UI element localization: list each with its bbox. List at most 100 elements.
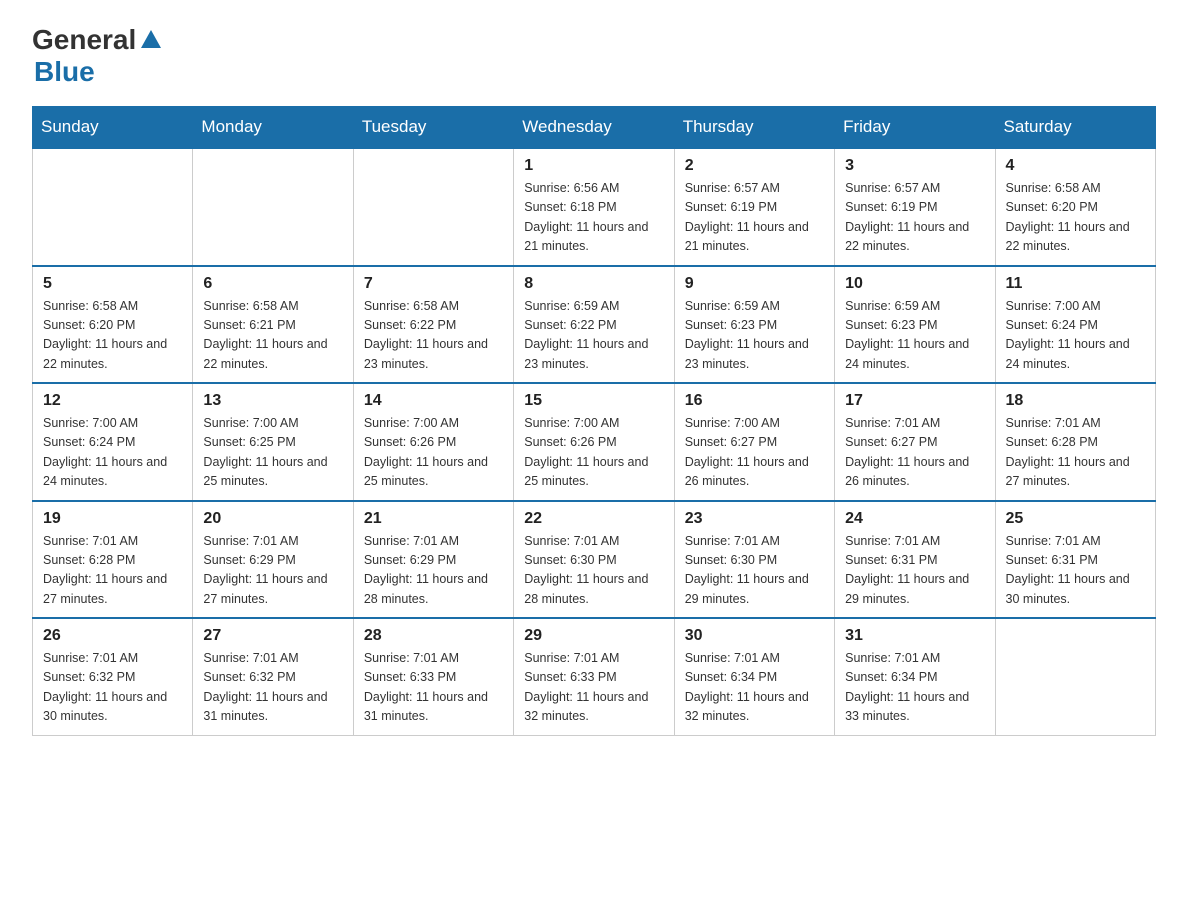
week-row-4: 26 Sunrise: 7:01 AM Sunset: 6:32 PM Dayli… [33, 618, 1156, 735]
day-number: 23 [685, 510, 824, 528]
day-cell: 17 Sunrise: 7:01 AM Sunset: 6:27 PM Dayli… [835, 383, 995, 501]
day-info: Sunrise: 6:58 AM Sunset: 6:21 PM Dayligh… [203, 297, 342, 375]
header-cell-tuesday: Tuesday [353, 107, 513, 149]
day-cell: 8 Sunrise: 6:59 AM Sunset: 6:22 PM Daylig… [514, 266, 674, 384]
day-cell: 16 Sunrise: 7:00 AM Sunset: 6:27 PM Dayli… [674, 383, 834, 501]
logo-blue-text: Blue [34, 56, 95, 88]
day-info: Sunrise: 6:59 AM Sunset: 6:23 PM Dayligh… [845, 297, 984, 375]
day-number: 31 [845, 627, 984, 645]
day-number: 7 [364, 275, 503, 293]
day-cell: 9 Sunrise: 6:59 AM Sunset: 6:23 PM Daylig… [674, 266, 834, 384]
day-cell: 22 Sunrise: 7:01 AM Sunset: 6:30 PM Dayli… [514, 501, 674, 619]
day-info: Sunrise: 7:01 AM Sunset: 6:30 PM Dayligh… [524, 532, 663, 610]
logo-line1: General [32, 24, 166, 56]
day-number: 13 [203, 392, 342, 410]
day-number: 19 [43, 510, 182, 528]
day-number: 11 [1006, 275, 1145, 293]
day-number: 15 [524, 392, 663, 410]
day-cell: 21 Sunrise: 7:01 AM Sunset: 6:29 PM Dayli… [353, 501, 513, 619]
day-number: 3 [845, 157, 984, 175]
day-info: Sunrise: 7:01 AM Sunset: 6:33 PM Dayligh… [364, 649, 503, 727]
day-cell [353, 148, 513, 266]
logo-arrow-icon [137, 24, 165, 52]
day-number: 5 [43, 275, 182, 293]
day-info: Sunrise: 6:58 AM Sunset: 6:20 PM Dayligh… [43, 297, 182, 375]
day-number: 16 [685, 392, 824, 410]
week-row-1: 5 Sunrise: 6:58 AM Sunset: 6:20 PM Daylig… [33, 266, 1156, 384]
logo-general-text: General [32, 24, 136, 56]
day-info: Sunrise: 7:01 AM Sunset: 6:28 PM Dayligh… [43, 532, 182, 610]
day-cell: 3 Sunrise: 6:57 AM Sunset: 6:19 PM Daylig… [835, 148, 995, 266]
day-cell: 15 Sunrise: 7:00 AM Sunset: 6:26 PM Dayli… [514, 383, 674, 501]
day-number: 28 [364, 627, 503, 645]
day-info: Sunrise: 7:01 AM Sunset: 6:33 PM Dayligh… [524, 649, 663, 727]
day-info: Sunrise: 6:58 AM Sunset: 6:20 PM Dayligh… [1006, 179, 1145, 257]
day-info: Sunrise: 7:01 AM Sunset: 6:29 PM Dayligh… [203, 532, 342, 610]
day-cell [995, 618, 1155, 735]
day-info: Sunrise: 6:59 AM Sunset: 6:23 PM Dayligh… [685, 297, 824, 375]
day-cell: 28 Sunrise: 7:01 AM Sunset: 6:33 PM Dayli… [353, 618, 513, 735]
logo: General Blue [32, 24, 166, 88]
day-cell: 29 Sunrise: 7:01 AM Sunset: 6:33 PM Dayli… [514, 618, 674, 735]
header-cell-friday: Friday [835, 107, 995, 149]
day-number: 26 [43, 627, 182, 645]
day-cell: 18 Sunrise: 7:01 AM Sunset: 6:28 PM Dayli… [995, 383, 1155, 501]
day-cell [193, 148, 353, 266]
day-cell [33, 148, 193, 266]
day-cell: 31 Sunrise: 7:01 AM Sunset: 6:34 PM Dayli… [835, 618, 995, 735]
day-cell: 30 Sunrise: 7:01 AM Sunset: 6:34 PM Dayli… [674, 618, 834, 735]
day-info: Sunrise: 7:00 AM Sunset: 6:27 PM Dayligh… [685, 414, 824, 492]
day-cell: 24Sunrise: 7:01 AM Sunset: 6:31 PM Dayli… [835, 501, 995, 619]
header-row: SundayMondayTuesdayWednesdayThursdayFrid… [33, 107, 1156, 149]
day-number: 22 [524, 510, 663, 528]
day-info: Sunrise: 7:01 AM Sunset: 6:34 PM Dayligh… [845, 649, 984, 727]
day-info: Sunrise: 7:01 AM Sunset: 6:27 PM Dayligh… [845, 414, 984, 492]
day-info: Sunrise: 7:00 AM Sunset: 6:26 PM Dayligh… [364, 414, 503, 492]
day-number: 14 [364, 392, 503, 410]
day-info: Sunrise: 6:57 AM Sunset: 6:19 PM Dayligh… [845, 179, 984, 257]
page-header: General Blue [32, 24, 1156, 88]
day-info: Sunrise: 7:00 AM Sunset: 6:26 PM Dayligh… [524, 414, 663, 492]
day-number: 8 [524, 275, 663, 293]
day-cell: 10 Sunrise: 6:59 AM Sunset: 6:23 PM Dayli… [835, 266, 995, 384]
day-number: 9 [685, 275, 824, 293]
day-cell: 26 Sunrise: 7:01 AM Sunset: 6:32 PM Dayli… [33, 618, 193, 735]
day-cell: 7Sunrise: 6:58 AM Sunset: 6:22 PM Daylig… [353, 266, 513, 384]
day-cell: 6Sunrise: 6:58 AM Sunset: 6:21 PM Daylig… [193, 266, 353, 384]
day-number: 29 [524, 627, 663, 645]
day-number: 4 [1006, 157, 1145, 175]
calendar-header: SundayMondayTuesdayWednesdayThursdayFrid… [33, 107, 1156, 149]
day-cell: 14 Sunrise: 7:00 AM Sunset: 6:26 PM Dayli… [353, 383, 513, 501]
day-number: 18 [1006, 392, 1145, 410]
day-info: Sunrise: 7:01 AM Sunset: 6:34 PM Dayligh… [685, 649, 824, 727]
header-cell-saturday: Saturday [995, 107, 1155, 149]
header-cell-wednesday: Wednesday [514, 107, 674, 149]
day-number: 30 [685, 627, 824, 645]
day-number: 12 [43, 392, 182, 410]
day-info: Sunrise: 7:01 AM Sunset: 6:28 PM Dayligh… [1006, 414, 1145, 492]
day-number: 17 [845, 392, 984, 410]
week-row-3: 19 Sunrise: 7:01 AM Sunset: 6:28 PM Dayli… [33, 501, 1156, 619]
day-number: 21 [364, 510, 503, 528]
day-info: Sunrise: 7:00 AM Sunset: 6:25 PM Dayligh… [203, 414, 342, 492]
header-cell-monday: Monday [193, 107, 353, 149]
day-info: Sunrise: 7:01 AM Sunset: 6:32 PM Dayligh… [43, 649, 182, 727]
week-row-2: 12Sunrise: 7:00 AM Sunset: 6:24 PM Dayli… [33, 383, 1156, 501]
day-cell: 23 Sunrise: 7:01 AM Sunset: 6:30 PM Dayli… [674, 501, 834, 619]
day-info: Sunrise: 6:56 AM Sunset: 6:18 PM Dayligh… [524, 179, 663, 257]
week-row-0: 1 Sunrise: 6:56 AM Sunset: 6:18 PM Daylig… [33, 148, 1156, 266]
day-info: Sunrise: 6:59 AM Sunset: 6:22 PM Dayligh… [524, 297, 663, 375]
day-info: Sunrise: 7:01 AM Sunset: 6:30 PM Dayligh… [685, 532, 824, 610]
day-info: Sunrise: 7:01 AM Sunset: 6:31 PM Dayligh… [1006, 532, 1145, 610]
calendar-body: 1 Sunrise: 6:56 AM Sunset: 6:18 PM Daylig… [33, 148, 1156, 735]
day-number: 1 [524, 157, 663, 175]
day-number: 2 [685, 157, 824, 175]
day-cell: 4 Sunrise: 6:58 AM Sunset: 6:20 PM Daylig… [995, 148, 1155, 266]
day-cell: 11Sunrise: 7:00 AM Sunset: 6:24 PM Dayli… [995, 266, 1155, 384]
day-info: Sunrise: 7:01 AM Sunset: 6:29 PM Dayligh… [364, 532, 503, 610]
day-cell: 1 Sunrise: 6:56 AM Sunset: 6:18 PM Daylig… [514, 148, 674, 266]
day-cell: 2Sunrise: 6:57 AM Sunset: 6:19 PM Daylig… [674, 148, 834, 266]
day-cell: 13 Sunrise: 7:00 AM Sunset: 6:25 PM Dayli… [193, 383, 353, 501]
day-number: 10 [845, 275, 984, 293]
header-cell-sunday: Sunday [33, 107, 193, 149]
